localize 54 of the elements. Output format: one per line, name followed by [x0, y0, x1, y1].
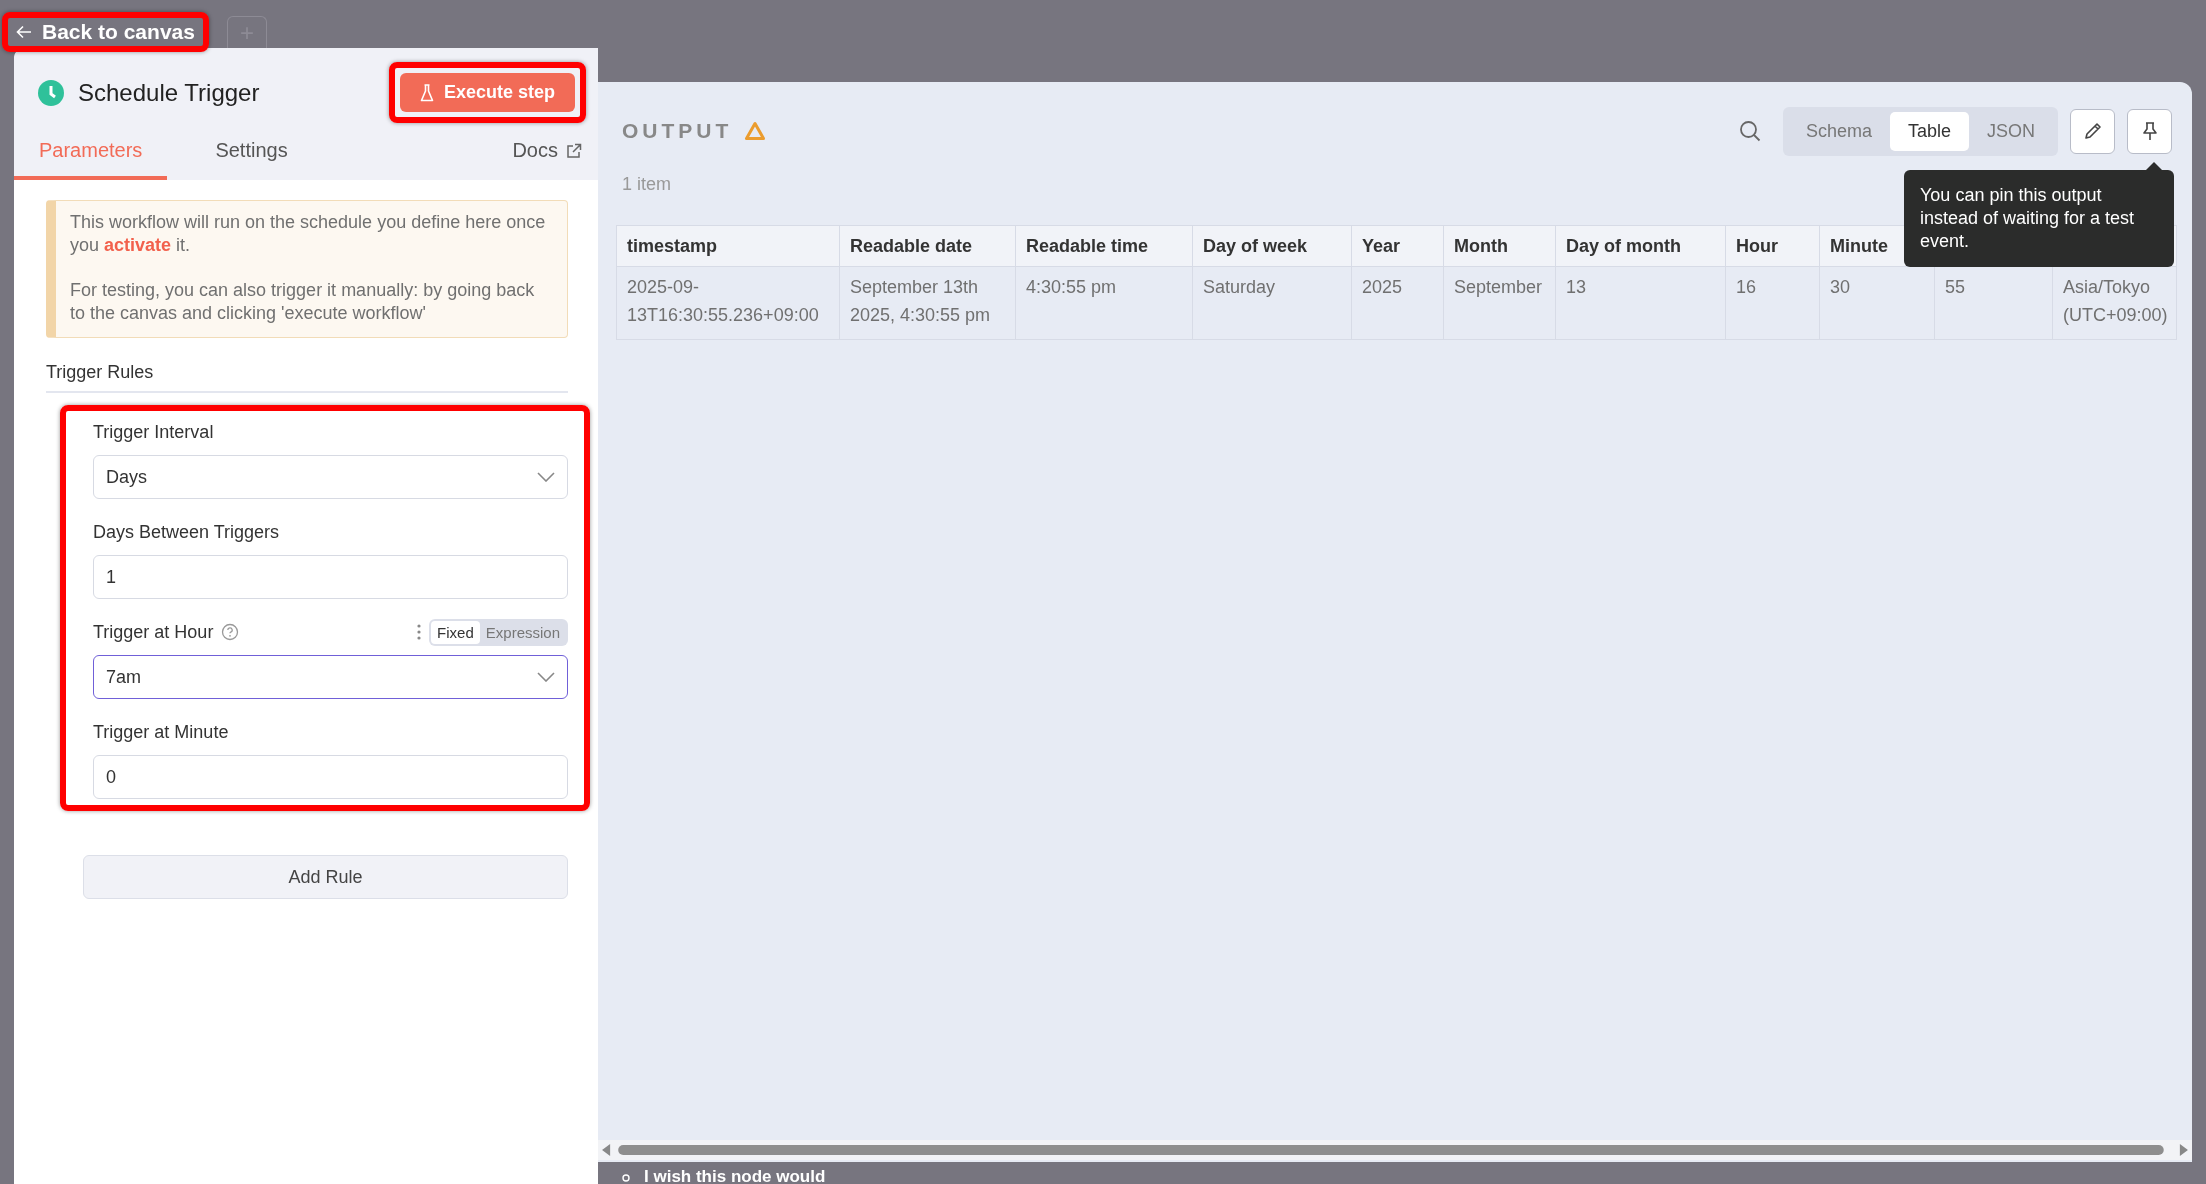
- column-header: Day of month: [1555, 225, 1726, 267]
- column-header: Day of week: [1192, 225, 1352, 267]
- view-mode-tab[interactable]: Table: [1889, 111, 1969, 151]
- table-cell: 2025-09-13T16:30:55.236+09:00: [616, 266, 840, 340]
- back-button[interactable]: Back to canvas: [16, 20, 195, 44]
- input-field[interactable]: 1: [93, 555, 568, 599]
- pencil-icon: [2082, 121, 2103, 141]
- chevron-down-icon: [537, 672, 555, 682]
- more-options-icon[interactable]: [417, 624, 422, 640]
- view-mode-tab[interactable]: Schema: [1787, 111, 1890, 151]
- column-header: Hour: [1725, 225, 1820, 267]
- arrow-left-icon: [16, 25, 32, 39]
- help-icon[interactable]: [221, 623, 240, 641]
- tooltip-arrow: [2146, 162, 2162, 170]
- tooltip: You can pin this output instead of waiting for a test event.: [1904, 170, 2174, 267]
- table-cell: Saturday: [1192, 266, 1352, 340]
- output-title: OUTPUT: [622, 119, 733, 143]
- column-header: timestamp: [616, 225, 840, 267]
- select-field[interactable]: 7am: [93, 655, 568, 699]
- pin-button[interactable]: [2127, 108, 2172, 154]
- chevron-down-icon: [537, 472, 555, 482]
- column-header: Readable date: [839, 225, 1016, 267]
- pin-icon: [2140, 121, 2159, 141]
- table-cell: 2025: [1351, 266, 1444, 340]
- warning-icon: [744, 121, 767, 141]
- feedback-text: I wish this node would: [644, 1170, 826, 1184]
- horizontal-scrollbar[interactable]: [598, 1140, 2192, 1160]
- docs-link[interactable]: Docs: [512, 139, 582, 180]
- field-label: Days Between Triggers: [93, 521, 280, 543]
- column-header: Month: [1443, 225, 1556, 267]
- edit-button[interactable]: [2070, 108, 2115, 154]
- search-icon[interactable]: [1738, 120, 1761, 142]
- external-link-icon: [566, 142, 582, 159]
- table-cell: 13: [1555, 266, 1726, 340]
- table-cell: 4:30:55 pm: [1015, 266, 1193, 340]
- info-notice: This workflow will run on the schedule you define here once you activate it. For testing, you can also trigger it manually: by going back to the canvas and clicking 'execute workflow': [46, 200, 568, 338]
- field-label: Trigger at Minute: [93, 721, 229, 743]
- input-field[interactable]: 0: [93, 755, 568, 799]
- node-title: Schedule Trigger: [78, 78, 260, 107]
- field-label: Trigger at Hour: [93, 621, 214, 643]
- table-cell: September: [1443, 266, 1556, 340]
- table-cell: 16: [1725, 266, 1820, 340]
- column-header: Readable time: [1015, 225, 1193, 267]
- section-title: Trigger Rules: [46, 362, 568, 393]
- field-label: Trigger Interval: [93, 421, 214, 443]
- panel-tab[interactable]: Settings: [191, 129, 312, 180]
- flask-icon: [419, 83, 434, 102]
- column-header: Year: [1351, 225, 1444, 267]
- mode-option[interactable]: Fixed: [431, 620, 480, 644]
- table-cell: September 13th 2025, 4:30:55 pm: [839, 266, 1016, 340]
- clock-icon: [38, 79, 64, 106]
- select-field[interactable]: Days: [93, 455, 568, 499]
- item-count: 1 item: [622, 174, 672, 195]
- add-rule-button[interactable]: Add Rule: [83, 855, 568, 899]
